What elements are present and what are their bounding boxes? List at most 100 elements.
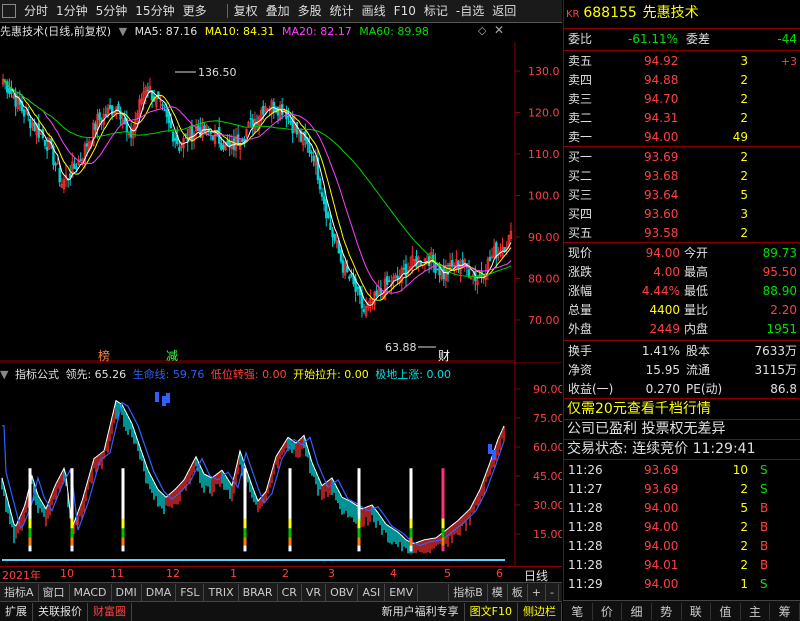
wealth-button[interactable]: 财富圈 (88, 602, 132, 621)
sidebar-button[interactable]: 侧边栏 (518, 602, 562, 621)
marker-bang[interactable]: 榜 (98, 348, 110, 362)
indicator-lifeline: 生命线: 59.76 (132, 368, 205, 381)
tab-cr[interactable]: CR (278, 583, 302, 601)
tab-template[interactable]: 模 (488, 583, 508, 601)
tick-time: 11:26 (568, 463, 603, 477)
ind-blue-block (492, 450, 496, 460)
tab-indicator-b[interactable]: 指标B (449, 583, 488, 601)
life-line (2, 401, 505, 547)
tab-indicator-a[interactable]: 指标A (0, 583, 39, 601)
indicator-chart[interactable]: 90.00 75.00 60.00 45.00 30.00 15.00 (0, 362, 562, 566)
stat-label: 涨跌 (568, 265, 593, 279)
settings-diamond-icon[interactable]: ◇ (478, 24, 486, 37)
sell-row[interactable]: 卖五 94.92 3 +3 (564, 52, 800, 71)
sell-row[interactable]: 卖三 94.70 2 (564, 90, 800, 109)
extra-label: 换手 (568, 344, 593, 358)
qtab-main[interactable]: 主 (741, 602, 771, 620)
ma20-label: MA20: 82.17 (282, 25, 352, 38)
candle-body (333, 234, 336, 241)
toolbar-stats[interactable]: 统计 (326, 1, 358, 21)
candle-body (427, 256, 431, 266)
toolbar-1min[interactable]: 1分钟 (52, 1, 92, 21)
toolbar-15min[interactable]: 15分钟 (131, 1, 178, 21)
toolbar-mark[interactable]: 标记 (420, 1, 452, 21)
qtab-trend[interactable]: 势 (652, 602, 682, 620)
tick-price: 93.69 (644, 463, 679, 477)
tab-asi[interactable]: ASI (358, 583, 386, 601)
qtab-trades[interactable]: 笔 (563, 602, 593, 620)
trade-status: 交易状态: 连续竞价 11:29:41 (567, 441, 756, 457)
tab-window[interactable]: 窗口 (39, 583, 70, 601)
toolbar-multi-stock[interactable]: 多股 (294, 1, 326, 21)
candle-body (163, 109, 166, 111)
marker-jian[interactable]: 减 (166, 349, 178, 362)
tick-side: S (760, 482, 768, 496)
candle-body (85, 143, 89, 147)
panel-close-icon[interactable]: ✕ (494, 23, 504, 37)
marker-cai[interactable]: 财 (438, 349, 450, 362)
sell-row[interactable]: 卖四 94.88 2 (564, 71, 800, 90)
tab-macd[interactable]: MACD (70, 583, 112, 601)
tick-time: 11:28 (568, 501, 603, 515)
tab-dmi[interactable]: DMI (112, 583, 142, 601)
sell-row[interactable]: 卖一 94.00 49 (564, 128, 800, 147)
candle-body (190, 125, 194, 142)
tab-vr[interactable]: VR (302, 583, 327, 601)
tab-brar[interactable]: BRAR (239, 583, 278, 601)
promo-button[interactable]: 新用户福利专享 (377, 602, 465, 621)
stat-label: 内盘 (684, 322, 709, 336)
sell-price: 94.00 (644, 130, 679, 144)
buy-row[interactable]: 买五 93.58 2 (564, 224, 800, 243)
qtab-link[interactable]: 联 (682, 602, 712, 620)
toolbar-intraday[interactable]: 分时 (20, 1, 52, 21)
toolbar-watchlist[interactable]: -自选 (452, 1, 488, 21)
candle-body (249, 118, 252, 120)
f10-button[interactable]: 图文F10 (465, 602, 518, 621)
qtab-value[interactable]: 值 (711, 602, 741, 620)
toolbar-5min[interactable]: 5分钟 (92, 1, 132, 21)
tab-remove[interactable]: - (546, 583, 559, 601)
sell-price: 94.92 (644, 54, 679, 68)
tick-row: 11:26 93.69 10 S (564, 461, 800, 480)
candle-body (348, 276, 351, 279)
stat-label: 量比 (684, 303, 709, 317)
depth-promo[interactable]: 仅需20元查看千档行情 (564, 400, 800, 420)
tab-dma[interactable]: DMA (142, 583, 177, 601)
toolbar-return[interactable]: 返回 (488, 1, 520, 21)
chart-dropdown-icon[interactable]: ▼ (119, 25, 127, 38)
expand-button[interactable]: 扩展 (0, 602, 33, 621)
buy-row[interactable]: 买三 93.64 5 (564, 186, 800, 205)
qtab-chips[interactable]: 筹 (770, 602, 800, 620)
kline-chart[interactable]: 130.0 120.0 110.0 100.0 90.00 80.00 70.00 136.… (0, 22, 562, 362)
stat-row: 外盘 2449 内盘 1951 (564, 320, 800, 339)
toolbar-overlay[interactable]: 叠加 (262, 1, 294, 21)
indicator-name[interactable]: 指标公式 (15, 368, 59, 381)
tab-obv[interactable]: OBV (326, 583, 359, 601)
toolbar-f10[interactable]: F10 (390, 1, 420, 21)
webi-row: 委比 -61.11% 委差 -44 (564, 30, 800, 49)
broker-button[interactable]: 关联报价 (33, 602, 88, 621)
toolbar-restore-rights[interactable]: 复权 (230, 1, 262, 21)
toolbar-draw-line[interactable]: 画线 (358, 1, 390, 21)
tab-emv[interactable]: EMV (385, 583, 419, 601)
tab-fsl[interactable]: FSL (176, 583, 205, 601)
buy-row[interactable]: 买二 93.68 2 (564, 167, 800, 186)
qtab-detail[interactable]: 细 (622, 602, 652, 620)
stat-label: 总量 (568, 303, 593, 317)
candle-body (415, 256, 418, 268)
toolbar-more[interactable]: 更多 (179, 1, 211, 21)
indicator-dropdown-icon[interactable]: ▼ (0, 368, 8, 381)
qtab-price[interactable]: 价 (593, 602, 623, 620)
tab-board[interactable]: 板 (508, 583, 528, 601)
sell-volume: 2 (740, 92, 748, 106)
chart-title: 先惠技术(日线,前复权) (0, 25, 112, 38)
tab-add[interactable]: + (528, 583, 546, 601)
tab-trix[interactable]: TRIX (204, 583, 239, 601)
buy-row[interactable]: 买一 93.69 2 (564, 148, 800, 167)
buy-row[interactable]: 买四 93.60 3 (564, 205, 800, 224)
sell-row[interactable]: 卖二 94.31 2 (564, 109, 800, 128)
stat-row: 涨幅 4.44% 最低 88.90 (564, 282, 800, 301)
tick-price: 93.69 (644, 482, 679, 496)
tick-time: 11:28 (568, 520, 603, 534)
back-square-icon[interactable] (2, 4, 16, 18)
